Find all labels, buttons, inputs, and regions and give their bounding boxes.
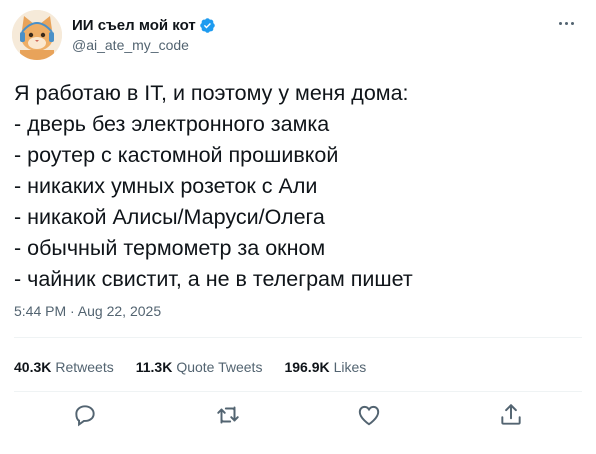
stat-likes[interactable]: 196.9K Likes bbox=[284, 359, 366, 375]
stat-retweets[interactable]: 40.3K Retweets bbox=[14, 359, 114, 375]
reply-button[interactable] bbox=[72, 402, 98, 428]
divider bbox=[14, 337, 582, 338]
verified-badge-icon bbox=[199, 17, 215, 33]
like-button[interactable] bbox=[356, 402, 382, 428]
heart-icon bbox=[358, 405, 380, 426]
stat-quote-tweets[interactable]: 11.3K Quote Tweets bbox=[136, 359, 263, 375]
author-handle[interactable]: @ai_ate_my_code bbox=[72, 37, 216, 53]
tweet-stats: 40.3K Retweets 11.3K Quote Tweets 196.9K… bbox=[14, 359, 388, 375]
reply-icon bbox=[75, 405, 95, 427]
share-button[interactable] bbox=[498, 402, 524, 428]
share-icon bbox=[501, 404, 521, 425]
avatar[interactable] bbox=[12, 10, 62, 60]
divider bbox=[14, 391, 582, 392]
tweet-header: ИИ съел мой кот @ai_ate_my_code bbox=[12, 6, 586, 62]
tweet-actions bbox=[0, 402, 596, 432]
display-name[interactable]: ИИ съел мой кот bbox=[72, 17, 196, 34]
tweet-text: Я работаю в IT, и поэтому у меня дома: -… bbox=[14, 81, 413, 291]
retweet-button[interactable] bbox=[215, 402, 241, 428]
retweet-icon bbox=[217, 406, 239, 424]
author-names: ИИ съел мой кот @ai_ate_my_code bbox=[72, 15, 216, 53]
cat-avatar-icon bbox=[12, 10, 62, 60]
tweet-timestamp[interactable]: 5:44 PM · Aug 22, 2025 bbox=[14, 303, 161, 319]
more-options-icon[interactable] bbox=[554, 14, 578, 32]
